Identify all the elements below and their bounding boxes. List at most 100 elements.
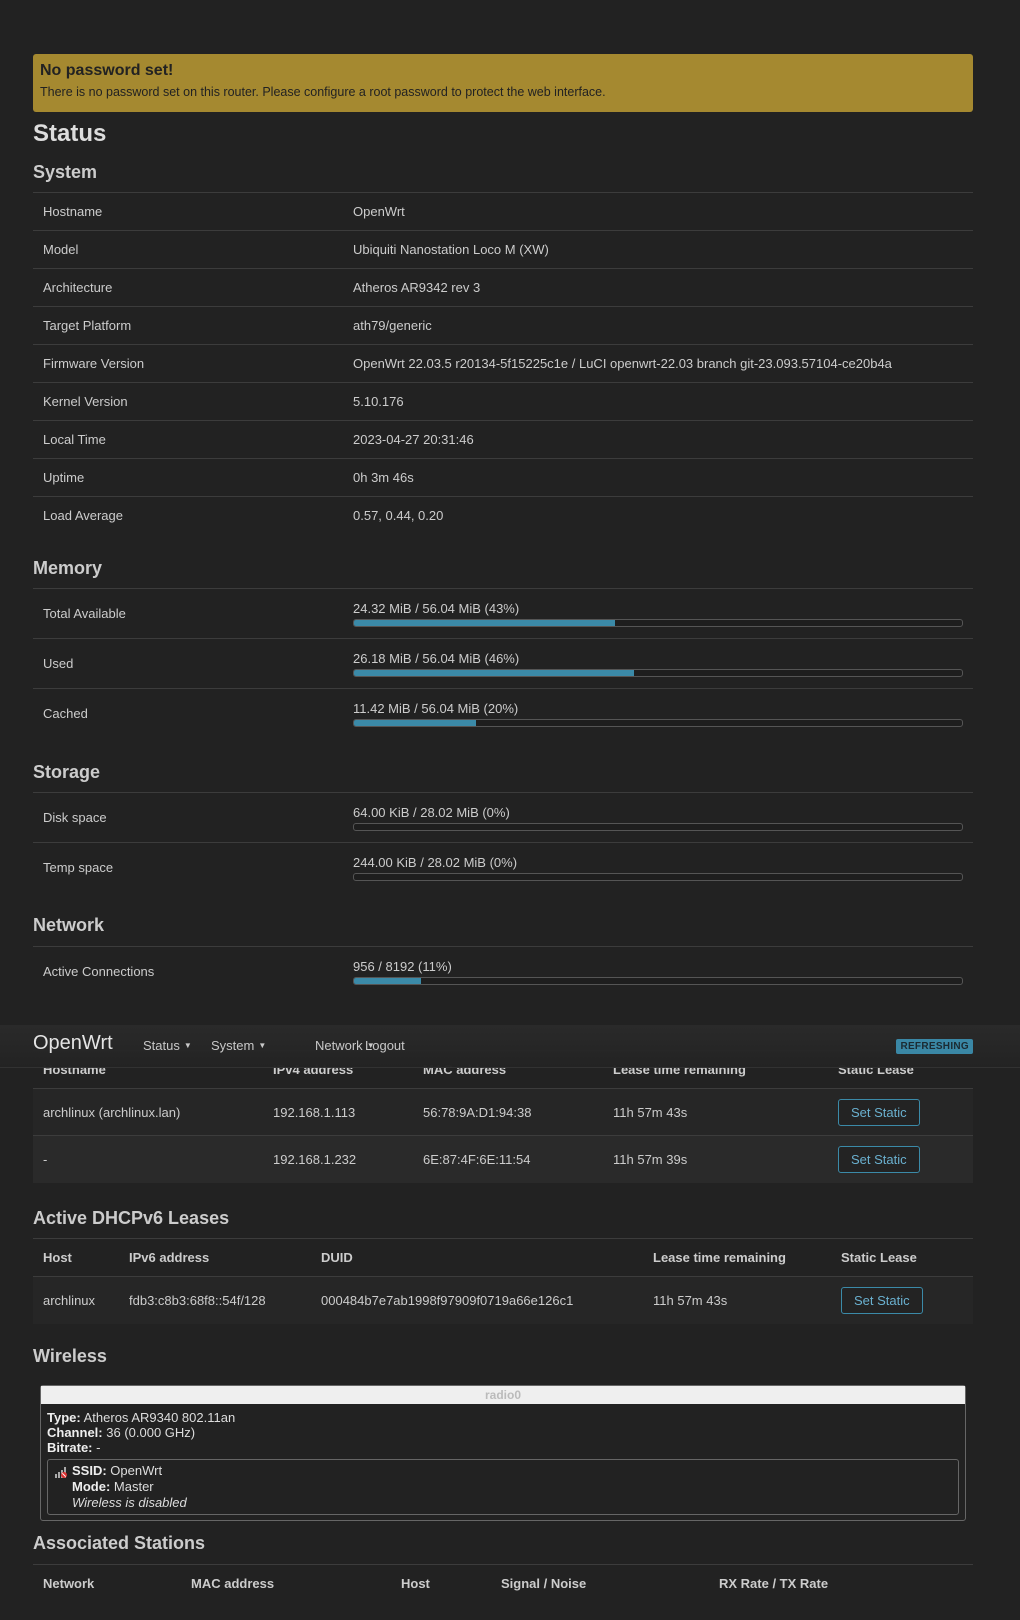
nav-status[interactable]: Status ▼ <box>143 1038 192 1053</box>
type-value: Atheros AR9340 802.11an <box>83 1410 236 1425</box>
column-header: IPv6 address <box>119 1238 311 1277</box>
row-key: Firmware Version <box>33 344 343 383</box>
row-key: Active Connections <box>33 946 343 997</box>
set-static-button[interactable]: Set Static <box>841 1286 923 1314</box>
progress-bar: 26.18 MiB / 56.04 MiB (46%) <box>353 651 963 677</box>
progress-fill <box>354 619 616 626</box>
progress-track <box>353 718 963 727</box>
wireless-status: Wireless is disabled <box>72 1495 952 1511</box>
mode-label: Mode: <box>72 1479 111 1494</box>
row-value: ath79/generic <box>343 306 973 345</box>
progress-fill <box>354 719 476 726</box>
dhcp6-heading: Active DHCPv6 Leases <box>33 1208 230 1228</box>
refreshing-badge[interactable]: REFRESHING <box>896 1039 973 1054</box>
row-value: 5.10.176 <box>343 382 973 421</box>
table-row: Load Average 0.57, 0.44, 0.20 <box>33 496 973 535</box>
progress-track <box>353 668 963 677</box>
memory-heading: Memory <box>33 558 103 578</box>
row-key: Target Platform <box>33 306 343 345</box>
row-value: Atheros AR9342 rev 3 <box>343 268 973 307</box>
progress-label: 244.00 KiB / 28.02 MiB (0%) <box>353 854 518 870</box>
column-header: Static Lease <box>831 1238 973 1277</box>
radio-bitrate: Bitrate: - <box>47 1440 959 1455</box>
table-row: Model Ubiquiti Nanostation Loco M (XW) <box>33 230 973 269</box>
table-header-row: Host IPv6 address DUID Lease time remain… <box>33 1238 973 1277</box>
wireless-status-text: Wireless is disabled <box>72 1495 187 1510</box>
row-value: OpenWrt <box>343 192 973 231</box>
lease-host: archlinux (archlinux.lan) <box>33 1088 263 1136</box>
row-key: Local Time <box>33 420 343 459</box>
row-key: Architecture <box>33 268 343 307</box>
table-row: archlinux (archlinux.lan) 192.168.1.113 … <box>33 1088 973 1136</box>
column-header: RX Rate / TX Rate <box>709 1564 973 1602</box>
storage-table: Disk space 64.00 KiB / 28.02 MiB (0%) Tem… <box>33 792 973 893</box>
progress-bar: 64.00 KiB / 28.02 MiB (0%) <box>353 805 963 831</box>
nav-label: Status <box>143 1038 180 1053</box>
lease-mac: 56:78:9A:D1:94:38 <box>413 1088 603 1136</box>
table-row: archlinux fdb3:c8b3:68f8::54f/128 000484… <box>33 1276 973 1324</box>
lease-mac: 6E:87:4F:6E:11:54 <box>413 1135 603 1183</box>
column-header: MAC address <box>181 1564 391 1602</box>
radio-name: radio0 <box>41 1386 965 1404</box>
caret-down-icon: ▼ <box>258 1041 267 1050</box>
progress-track <box>353 976 963 985</box>
network-table: Active Connections 956 / 8192 (11%) <box>33 946 973 997</box>
row-key: Cached <box>33 688 343 739</box>
memory-table: Total Available 24.32 MiB / 56.04 MiB (43… <box>33 588 973 739</box>
ssid-label: SSID: <box>72 1463 107 1478</box>
nav-logout[interactable]: Logout <box>365 1038 405 1053</box>
set-static-button[interactable]: Set Static <box>838 1098 920 1126</box>
channel-label: Channel: <box>47 1425 103 1440</box>
table-header-row: Network MAC address Host Signal / Noise … <box>33 1564 973 1602</box>
nav-system[interactable]: System ▼ <box>211 1038 266 1053</box>
progress-label: 64.00 KiB / 28.02 MiB (0%) <box>353 804 510 820</box>
ssid-line: SSID: OpenWrt <box>72 1463 952 1479</box>
table-row: Uptime 0h 3m 46s <box>33 458 973 497</box>
lease-time: 11h 57m 43s <box>603 1088 828 1136</box>
progress-label: 956 / 8192 (11%) <box>353 958 452 974</box>
column-header: Host <box>33 1238 119 1277</box>
row-key: Used <box>33 638 343 689</box>
lease-ip: 192.168.1.232 <box>263 1135 413 1183</box>
table-row: Hostname OpenWrt <box>33 192 973 231</box>
type-label: Type: <box>47 1410 81 1425</box>
row-key: Total Available <box>33 588 343 639</box>
progress-track <box>353 872 963 881</box>
bitrate-value: - <box>96 1440 101 1455</box>
column-header: DUID <box>311 1238 643 1277</box>
stations-heading: Associated Stations <box>33 1533 206 1553</box>
progress-label: 26.18 MiB / 56.04 MiB (46%) <box>353 650 520 666</box>
progress-label: 11.42 MiB / 56.04 MiB (20%) <box>353 700 519 716</box>
progress-bar: 11.42 MiB / 56.04 MiB (20%) <box>353 701 963 727</box>
table-row: - 192.168.1.232 6E:87:4F:6E:11:54 11h 57… <box>33 1135 973 1183</box>
set-static-button[interactable]: Set Static <box>838 1145 920 1173</box>
table-row: Architecture Atheros AR9342 rev 3 <box>33 268 973 307</box>
progress-fill <box>354 669 634 676</box>
row-key: Uptime <box>33 458 343 497</box>
row-key: Load Average <box>33 496 343 535</box>
radio-channel: Channel: 36 (0.000 GHz) <box>47 1425 959 1440</box>
dhcp4-leases-table: Hostname IPv4 address MAC address Lease … <box>33 1050 973 1183</box>
system-heading: System <box>33 162 98 182</box>
progress-fill <box>354 977 421 984</box>
progress-bar: 24.32 MiB / 56.04 MiB (43%) <box>353 601 963 627</box>
table-row: Used 26.18 MiB / 56.04 MiB (46%) <box>33 638 973 689</box>
table-row: Kernel Version 5.10.176 <box>33 382 973 421</box>
ssid-value: OpenWrt <box>110 1463 163 1478</box>
row-key: Disk space <box>33 792 343 843</box>
row-value: 2023-04-27 20:31:46 <box>343 420 973 459</box>
lease-ip: 192.168.1.113 <box>263 1088 413 1136</box>
progress-bar: 244.00 KiB / 28.02 MiB (0%) <box>353 855 963 881</box>
network-heading: Network <box>33 915 105 935</box>
ssid-panel: SSID: OpenWrt Mode: Master Wireless is d… <box>47 1459 959 1515</box>
nav-label: Network <box>315 1038 363 1053</box>
table-row: Local Time 2023-04-27 20:31:46 <box>33 420 973 459</box>
row-value: Ubiquiti Nanostation Loco M (XW) <box>343 230 973 269</box>
caret-down-icon: ▼ <box>183 1041 192 1050</box>
wireless-heading: Wireless <box>33 1346 107 1366</box>
brand-logo[interactable]: OpenWrt <box>33 1032 113 1055</box>
no-password-alert: No password set! There is no password se… <box>33 54 973 112</box>
column-header: Network <box>33 1564 181 1602</box>
column-header: Signal / Noise <box>491 1564 709 1602</box>
lease-duid: 000484b7e7ab1998f97909f0719a66e126c1 <box>311 1276 643 1324</box>
